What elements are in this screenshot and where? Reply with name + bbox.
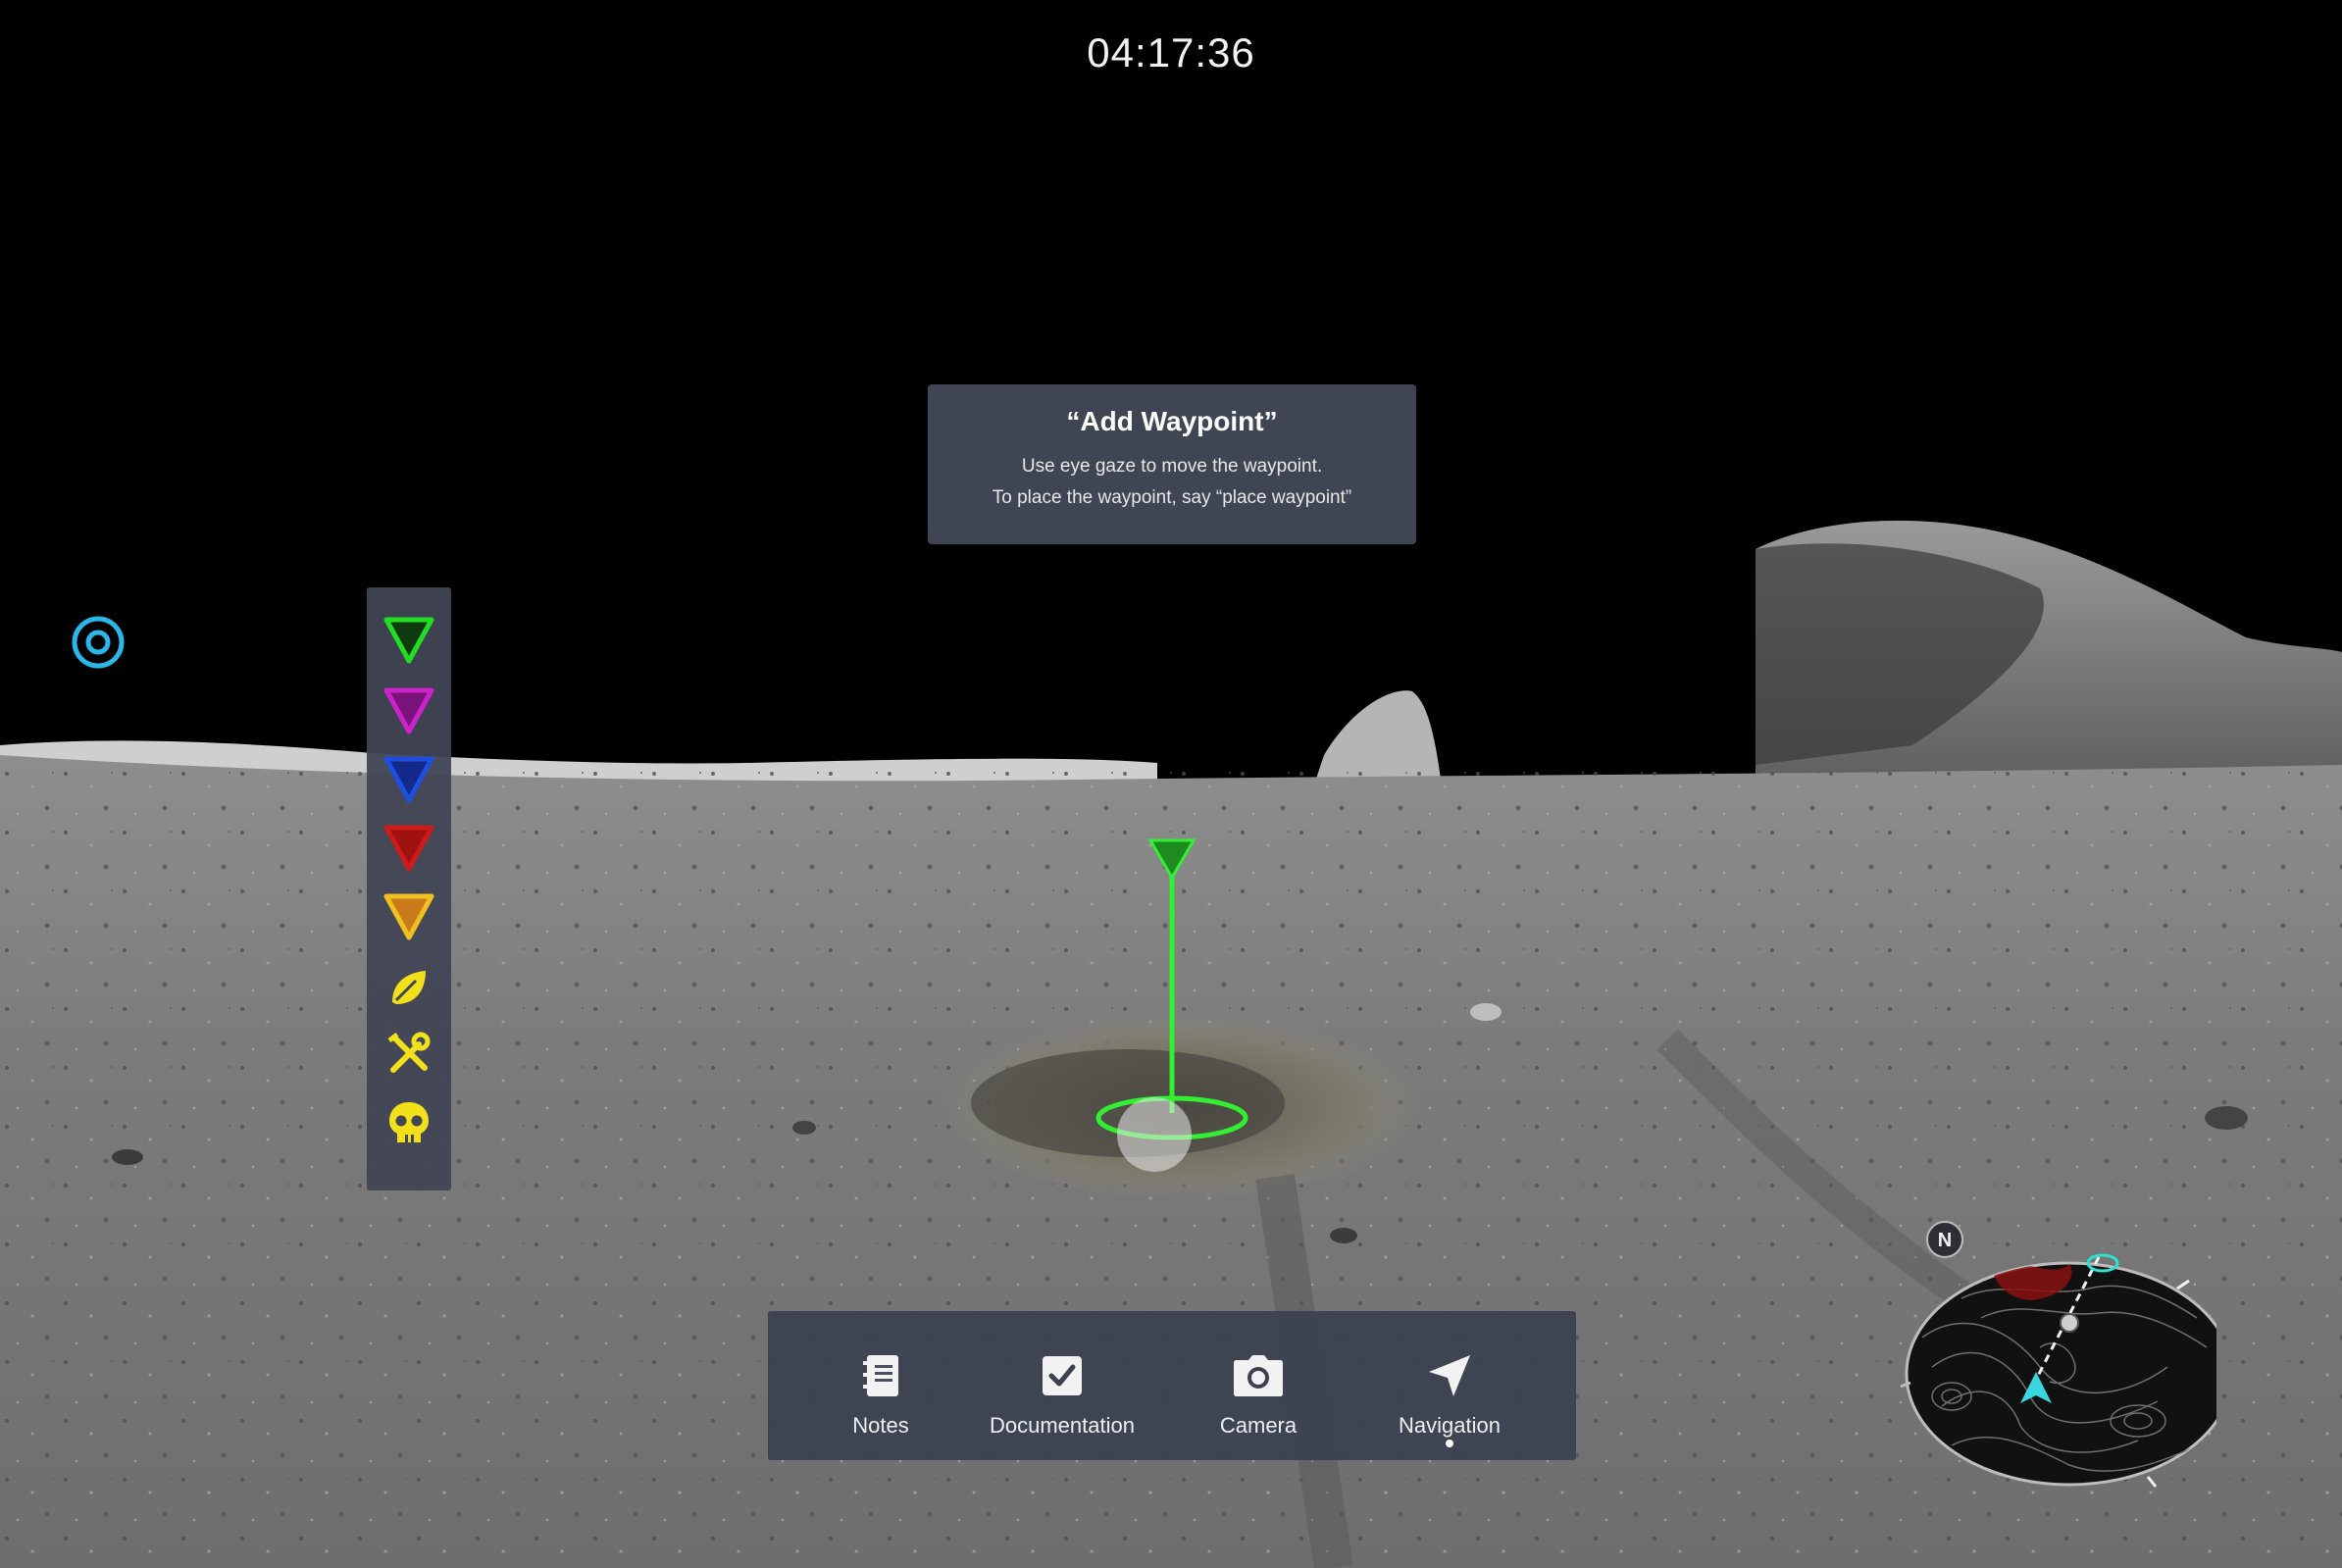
toast-line-2: To place the waypoint, say “place waypoi…: [992, 487, 1352, 508]
skull-icon: [389, 1102, 429, 1142]
leaf-icon: [392, 971, 426, 1004]
waypoint-blue-button[interactable]: [380, 750, 438, 809]
toast-title: “Add Waypoint”: [1066, 406, 1278, 436]
waypoint-orange-icon: [383, 893, 434, 940]
topographic-minimap[interactable]: N: [1844, 1220, 2216, 1504]
mission-clock: 04:17:36: [1087, 29, 1255, 76]
navigation-button[interactable]: Navigation: [1356, 1311, 1543, 1460]
navigation-arrow-icon: [1429, 1355, 1470, 1396]
checkbox-icon: [1043, 1356, 1082, 1395]
navigation-label: Navigation: [1399, 1413, 1501, 1438]
waypoint-blue-icon: [383, 756, 434, 803]
toast-line-1: Use eye gaze to move the waypoint.: [1021, 456, 1323, 477]
tools-icon: [387, 1032, 431, 1073]
waypoint-type-palette: [367, 587, 451, 1190]
target-icon[interactable]: [71, 615, 126, 670]
waypoint-red-icon: [383, 825, 434, 872]
camera-label: Camera: [1219, 1413, 1298, 1438]
documentation-label: Documentation: [990, 1413, 1135, 1438]
waypoint-red-button[interactable]: [380, 819, 438, 878]
notes-button[interactable]: Notes: [807, 1311, 954, 1460]
camera-icon: [1234, 1355, 1283, 1396]
waypoint-green-button[interactable]: [380, 611, 438, 670]
hazard-skull-button[interactable]: [380, 1093, 438, 1152]
repair-tools-button[interactable]: [380, 1025, 438, 1084]
waypoint-magenta-button[interactable]: [380, 682, 438, 740]
active-indicator-dot: [1446, 1440, 1453, 1447]
waypoint-green-icon: [383, 617, 434, 664]
documentation-button[interactable]: Documentation: [964, 1311, 1160, 1460]
notes-label: Notes: [852, 1413, 909, 1438]
tool-dock: Notes Documentation Camera Navigation: [768, 1311, 1576, 1460]
notebook-icon: [863, 1355, 898, 1396]
waypoint-magenta-icon: [383, 687, 434, 734]
north-label: N: [1938, 1230, 1952, 1251]
add-waypoint-instruction-panel: “Add Waypoint” Use eye gaze to move the …: [928, 384, 1416, 544]
waypoint-orange-button[interactable]: [380, 887, 438, 946]
sample-leaf-button[interactable]: [380, 958, 438, 1017]
camera-button[interactable]: Camera: [1180, 1311, 1337, 1460]
waypoint-placement-marker[interactable]: [1059, 829, 1304, 1182]
